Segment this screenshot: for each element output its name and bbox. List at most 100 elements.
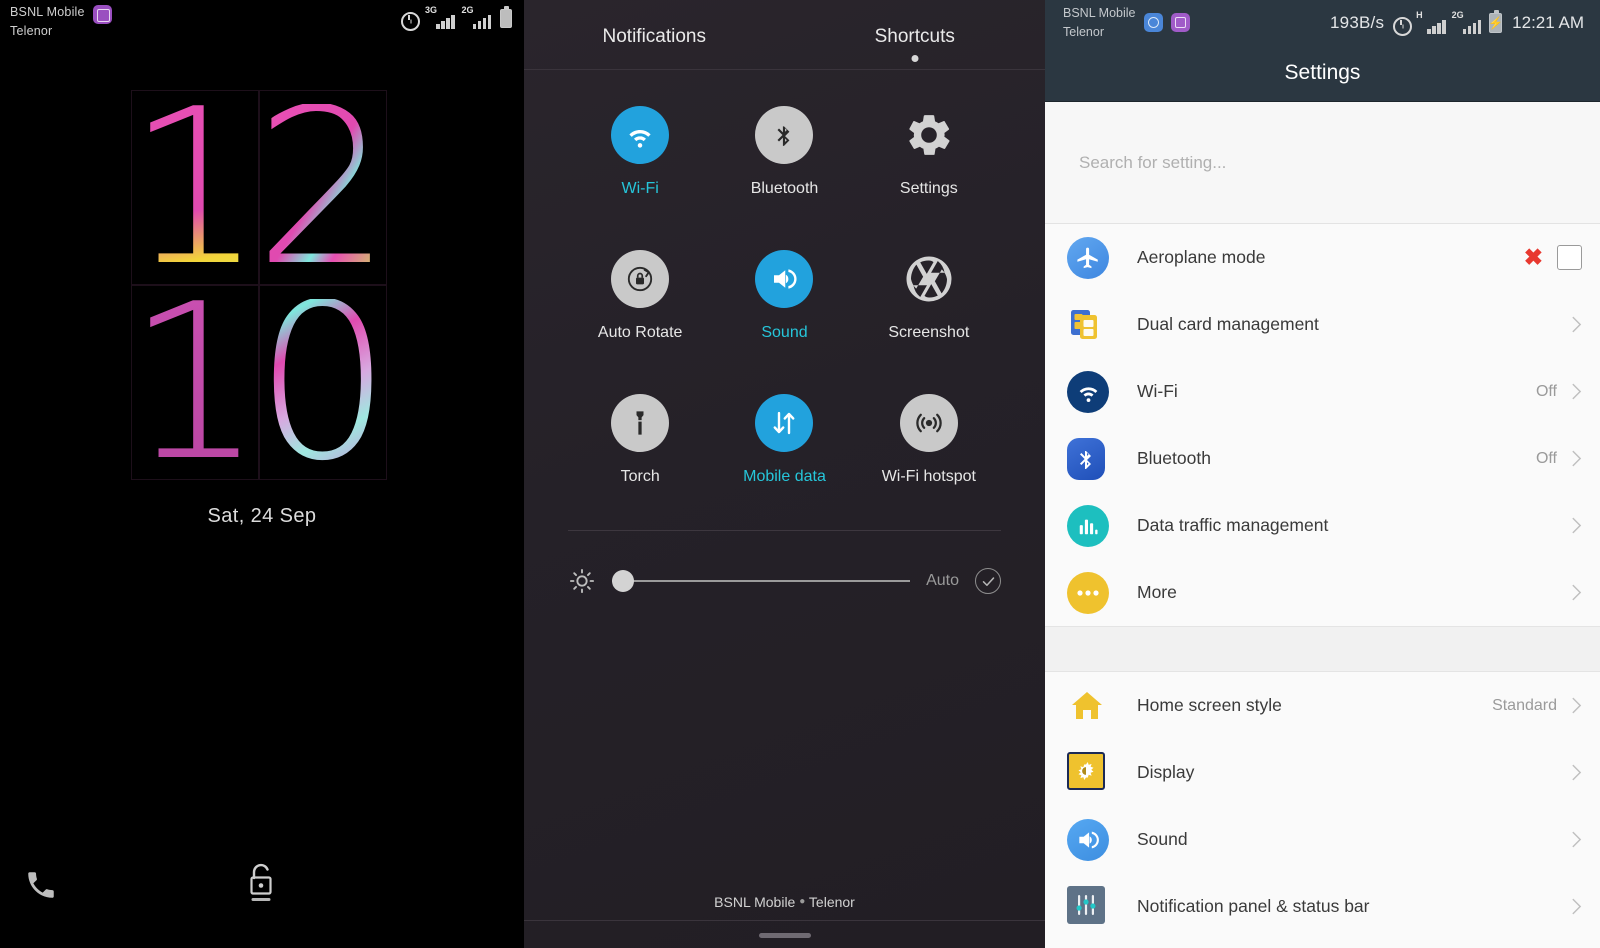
- settings-row-control: [1571, 516, 1582, 535]
- carrier-line-1: BSNL Mobile: [1063, 6, 1136, 21]
- brightness-slider[interactable]: [612, 570, 911, 592]
- quick-settings-footer: BSNL Mobile ● Telenor: [524, 894, 1045, 948]
- chevron-right-icon: [1572, 831, 1582, 848]
- settings-row-label: Data traffic management: [1137, 515, 1329, 535]
- display-icon: [1067, 751, 1109, 794]
- tile-mobile-data[interactable]: Mobile data: [712, 394, 856, 486]
- settings-row-display[interactable]: Display: [1045, 739, 1600, 806]
- settings-row-wifi[interactable]: Wi-Fi Off: [1045, 358, 1600, 425]
- settings-row-label: Display: [1137, 762, 1195, 782]
- settings-title-bar: Settings: [1045, 45, 1600, 102]
- settings-row-home-screen-style[interactable]: Home screen style Standard: [1045, 672, 1600, 739]
- settings-list[interactable]: Aeroplane mode ✖ Dual card management Wi…: [1045, 224, 1600, 948]
- settings-row-aeroplane-mode[interactable]: Aeroplane mode ✖: [1045, 224, 1600, 291]
- more-dots-icon: [1067, 571, 1109, 614]
- tile-sound[interactable]: Sound: [712, 250, 856, 342]
- signal-bars-icon: [436, 15, 455, 29]
- check-circle-icon[interactable]: [975, 568, 1001, 594]
- settings-row-label: Dual card management: [1137, 314, 1319, 334]
- footer-carrier-1: BSNL Mobile: [714, 894, 796, 910]
- auto-brightness-label: Auto: [926, 572, 959, 589]
- speaker-icon: [1067, 818, 1109, 861]
- home-icon: [1067, 685, 1109, 727]
- flashlight-icon: [611, 394, 670, 452]
- aeroplane-mode-checkbox[interactable]: [1557, 245, 1582, 270]
- chevron-right-icon: [1572, 697, 1582, 714]
- status-clock: 12:21 AM: [1512, 12, 1584, 32]
- brightness-icon: [569, 568, 595, 594]
- tab-notifications[interactable]: Notifications: [524, 22, 785, 48]
- signal-2g-label: 2G: [1451, 9, 1464, 20]
- tile-auto-rotate[interactable]: Auto Rotate: [568, 250, 712, 342]
- settings-row-notification-panel-status-bar[interactable]: Notification panel & status bar: [1045, 873, 1600, 940]
- settings-group-device: Home screen style Standard Display Sound…: [1045, 672, 1600, 940]
- settings-row-label: Bluetooth: [1137, 448, 1211, 468]
- screenshot-stage: BSNL Mobile Telenor 3G 2G 1 2 1 0 Sat, 2…: [0, 0, 1600, 948]
- tile-screenshot[interactable]: Screenshot: [857, 250, 1001, 342]
- settings-search-bar[interactable]: [1045, 102, 1600, 224]
- clock-digit-1-value: 1: [132, 91, 258, 284]
- slider-knob[interactable]: [612, 570, 634, 592]
- carrier-line-2: Telenor: [1063, 24, 1104, 39]
- settings-row-bluetooth[interactable]: Bluetooth Off: [1045, 425, 1600, 492]
- search-input[interactable]: [1079, 152, 1548, 173]
- speaker-icon: [755, 250, 814, 308]
- settings-row-value: Off: [1535, 382, 1557, 400]
- footer-carrier-text: BSNL Mobile ● Telenor: [524, 894, 1045, 921]
- settings-row-label: More: [1137, 582, 1177, 602]
- chevron-right-icon: [1572, 450, 1582, 467]
- settings-group-network: Aeroplane mode ✖ Dual card management Wi…: [1045, 224, 1600, 626]
- settings-row-control: [1571, 830, 1582, 849]
- bluetooth-icon: [755, 106, 814, 164]
- tile-bluetooth[interactable]: Bluetooth: [712, 106, 856, 198]
- chevron-right-icon: [1572, 517, 1582, 534]
- tile-screenshot-label: Screenshot: [888, 324, 970, 341]
- signal-h-indicator: H: [1416, 10, 1446, 34]
- lock-status-icons: 3G 2G: [400, 3, 512, 31]
- unlock-icon[interactable]: [243, 860, 279, 906]
- lock-status-bar: BSNL Mobile Telenor 3G 2G: [0, 0, 524, 40]
- tile-wifi[interactable]: Wi-Fi: [568, 106, 712, 198]
- clock-digit-4-value: 0: [260, 286, 386, 479]
- signal-2g-indicator: 2G: [1451, 9, 1482, 34]
- clock-digit-1: 1: [131, 90, 259, 285]
- tab-shortcuts[interactable]: Shortcuts: [785, 22, 1046, 62]
- chevron-right-icon: [1572, 584, 1582, 601]
- settings-row-data-traffic-management[interactable]: Data traffic management: [1045, 492, 1600, 559]
- battery-icon: [500, 5, 512, 28]
- settings-row-control: [1571, 315, 1582, 334]
- settings-group-separator: [1045, 626, 1600, 672]
- tile-torch-label: Torch: [620, 468, 660, 485]
- tile-wifi-hotspot[interactable]: Wi-Fi hotspot: [857, 394, 1001, 486]
- sliders-icon: [1067, 885, 1109, 928]
- tile-torch[interactable]: Torch: [568, 394, 712, 486]
- quick-settings-tabs: Notifications Shortcuts: [524, 0, 1045, 70]
- settings-row-label: Wi-Fi: [1137, 381, 1178, 401]
- tile-settings-label: Settings: [899, 180, 958, 197]
- settings-row-control: [1571, 897, 1582, 916]
- brightness-row: Auto: [524, 567, 1045, 595]
- chevron-right-icon: [1572, 383, 1582, 400]
- slider-track: [612, 580, 911, 582]
- tile-sound-label: Sound: [761, 324, 808, 341]
- screenshot-badge-icon: [92, 5, 112, 24]
- settings-row-dual-card-management[interactable]: Dual card management: [1045, 291, 1600, 358]
- lock-clock: 1 2 1 0: [131, 90, 387, 480]
- signal-bars-icon: [1462, 19, 1482, 34]
- settings-row-control: [1571, 763, 1582, 782]
- tile-wifi-label: Wi-Fi: [621, 180, 659, 197]
- phone-icon[interactable]: [24, 868, 58, 902]
- settings-row-control: Standard: [1492, 696, 1582, 715]
- settings-row-sound[interactable]: Sound: [1045, 806, 1600, 873]
- tile-bluetooth-label: Bluetooth: [750, 180, 819, 197]
- page-title: Settings: [1284, 61, 1361, 84]
- drag-handle[interactable]: [758, 933, 811, 938]
- network-speed-text: 193B/s: [1330, 12, 1385, 32]
- lock-date: Sat, 24 Sep: [207, 505, 317, 527]
- settings-row-more[interactable]: More: [1045, 559, 1600, 626]
- signal-3g-label: 3G: [425, 5, 438, 15]
- signal-2g-indicator: 2G: [462, 5, 491, 29]
- settings-row-control: Off: [1536, 382, 1582, 401]
- tile-settings[interactable]: Settings: [857, 106, 1001, 198]
- cross-icon: ✖: [1523, 244, 1543, 270]
